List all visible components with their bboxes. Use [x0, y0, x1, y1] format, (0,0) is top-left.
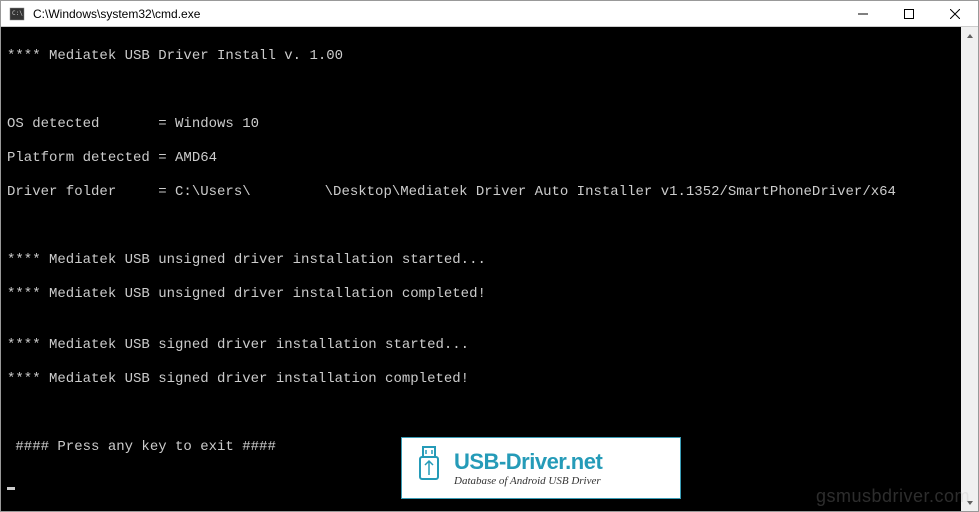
output-line: **** Mediatek USB signed driver installa…: [7, 337, 955, 354]
cmd-window: C:\ C:\Windows\system32\cmd.exe **** Med…: [0, 0, 979, 512]
logo-subtitle: Database of Android USB Driver: [454, 475, 602, 487]
cursor: [7, 487, 15, 490]
titlebar[interactable]: C:\ C:\Windows\system32\cmd.exe: [1, 1, 978, 27]
output-line: **** Mediatek USB Driver Install v. 1.00: [7, 48, 955, 65]
window-title: C:\Windows\system32\cmd.exe: [31, 7, 840, 21]
output-line: **** Mediatek USB signed driver installa…: [7, 371, 955, 388]
svg-text:C:\: C:\: [12, 10, 23, 17]
output-line: **** Mediatek USB unsigned driver instal…: [7, 286, 955, 303]
terminal-body: **** Mediatek USB Driver Install v. 1.00…: [1, 27, 978, 511]
minimize-button[interactable]: [840, 1, 886, 26]
cmd-icon: C:\: [9, 6, 25, 22]
logo-title: USB-Driver.net: [454, 449, 602, 475]
output-line: Driver folder = C:\Users\\Desktop\Mediat…: [7, 184, 955, 201]
window-controls: [840, 1, 978, 26]
usb-icon: [412, 445, 446, 492]
scroll-track[interactable]: [961, 44, 978, 494]
output-line: Platform detected = AMD64: [7, 150, 955, 167]
logo-watermark: USB-Driver.net Database of Android USB D…: [401, 437, 681, 499]
redacted-username: [251, 185, 325, 198]
output-line: OS detected = Windows 10: [7, 116, 955, 133]
output-line: **** Mediatek USB unsigned driver instal…: [7, 252, 955, 269]
scrollbar[interactable]: [961, 27, 978, 511]
corner-watermark: gsmusbdriver.com: [816, 486, 970, 507]
logo-text: USB-Driver.net Database of Android USB D…: [454, 449, 602, 487]
scroll-up-button[interactable]: [961, 27, 978, 44]
close-button[interactable]: [932, 1, 978, 26]
maximize-button[interactable]: [886, 1, 932, 26]
